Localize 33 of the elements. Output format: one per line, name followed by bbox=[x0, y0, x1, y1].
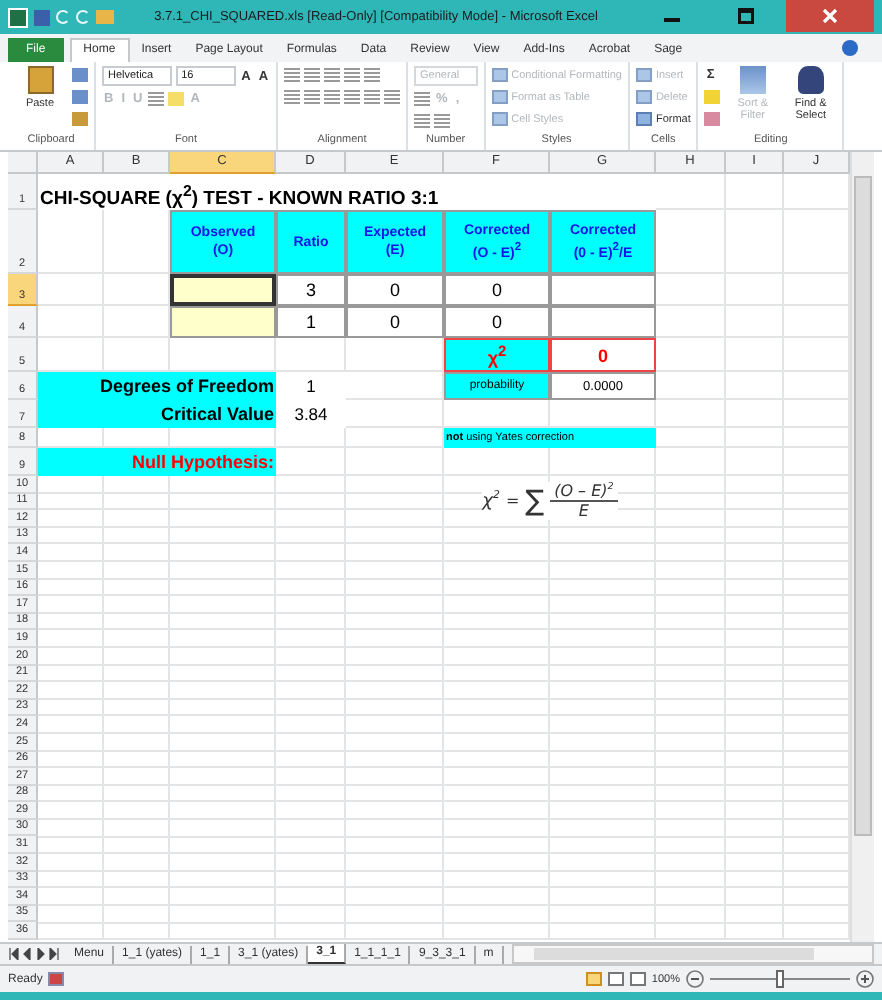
excel-logo-icon bbox=[8, 7, 28, 27]
table-cell: 0 bbox=[346, 306, 444, 338]
table-cell: 0 bbox=[444, 274, 550, 306]
value-text: 3.84 bbox=[276, 400, 346, 428]
row-label: Degrees of Freedom bbox=[38, 372, 276, 400]
input-cell[interactable] bbox=[170, 306, 276, 338]
select-all-corner[interactable] bbox=[8, 152, 38, 174]
horizontal-scrollbar[interactable] bbox=[511, 944, 874, 964]
table-cell: 1 bbox=[276, 306, 346, 338]
table-cell: 0 bbox=[346, 274, 444, 306]
sheet-navigation-icon[interactable] bbox=[8, 948, 60, 960]
hypothesis-label: Null Hypothesis: bbox=[38, 448, 276, 476]
vertical-scrollbar[interactable] bbox=[850, 152, 874, 942]
sheet-title: CHI-SQUARE (χ$^{2}$) TEST - KNOWN RATIO 3:1 bbox=[38, 174, 656, 210]
table-cell: 3 bbox=[276, 274, 346, 306]
value-text: 1 bbox=[276, 372, 346, 400]
help-icon[interactable] bbox=[842, 40, 858, 56]
chi-square-label: χ$^{2}$ bbox=[444, 338, 550, 372]
zoom-out-icon[interactable] bbox=[686, 970, 704, 988]
maximize-icon bbox=[738, 8, 754, 24]
page-break-view-icon[interactable] bbox=[629, 972, 646, 986]
zoom-in-icon[interactable] bbox=[856, 970, 874, 988]
input-cell[interactable] bbox=[170, 274, 276, 306]
macro-icon[interactable] bbox=[48, 972, 65, 986]
normal-view-icon[interactable] bbox=[585, 972, 602, 986]
close-button[interactable] bbox=[786, 0, 874, 32]
zoom-slider[interactable] bbox=[776, 970, 784, 988]
page-layout-view-icon[interactable] bbox=[607, 972, 624, 986]
save-icon[interactable] bbox=[34, 9, 50, 25]
result-cell: 0 bbox=[550, 338, 656, 372]
table-cell: 0 bbox=[444, 306, 550, 338]
close-icon bbox=[822, 8, 838, 24]
row-label: Critical Value bbox=[38, 400, 276, 428]
